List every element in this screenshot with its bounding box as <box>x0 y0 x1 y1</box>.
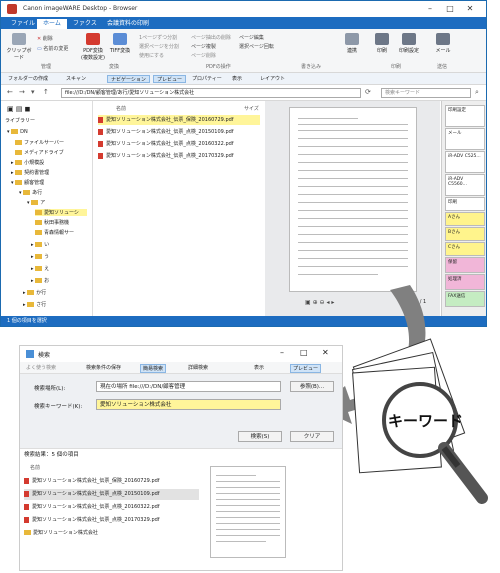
pdf-icon <box>24 503 29 510</box>
pdf-icon <box>24 477 29 484</box>
location-select[interactable]: 現在の場所 file:///D:/DN/顧客管理 <box>96 381 281 392</box>
advanced-search-tab[interactable]: 詳細検索 <box>186 364 210 373</box>
search-button[interactable]: 検索(S) <box>238 431 282 442</box>
search-app-icon <box>26 350 34 358</box>
clear-button[interactable]: クリア <box>290 431 334 442</box>
minimize-button[interactable]: – <box>280 348 284 357</box>
search-window-title: 検索 <box>38 352 51 359</box>
results-column-name[interactable]: 名前 <box>30 464 40 471</box>
result-row[interactable]: 愛知ソリューション株式会社_伝票_点検_20170329.pdf <box>24 515 199 526</box>
close-button[interactable]: ✕ <box>322 348 329 357</box>
result-row[interactable]: 愛知ソリューション株式会社 <box>24 528 199 539</box>
result-row[interactable]: 愛知ソリューション株式会社_伝票_点検_20160322.pdf <box>24 502 199 513</box>
result-row[interactable]: 愛知ソリューション株式会社_伝票_保険_20160729.pdf <box>24 476 199 487</box>
search-toolbar: よく使う検索 検索条件の保存 簡易検索 詳細検索 表示 プレビュー <box>20 362 342 374</box>
browse-button[interactable]: 参照(B)... <box>290 381 334 392</box>
search-window: 検索 – □ ✕ よく使う検索 検索条件の保存 簡易検索 詳細検索 表示 プレビ… <box>19 345 343 571</box>
location-label: 検索場所(L): <box>34 386 66 392</box>
view-menu[interactable]: 表示 <box>252 364 266 373</box>
keyword-text: キーワード <box>388 412 464 430</box>
pdf-icon <box>24 490 29 497</box>
search-form: 検索場所(L): 現在の場所 file:///D:/DN/顧客管理 参照(B).… <box>20 374 342 449</box>
keyword-label: 検索キーワード(K): <box>34 404 83 410</box>
folder-icon <box>24 530 31 535</box>
results-count: 検索結果：5 個の項目 <box>20 450 342 460</box>
save-criteria-menu[interactable]: 検索条件の保存 <box>84 364 123 373</box>
preview-toggle[interactable]: プレビュー <box>290 364 322 373</box>
pdf-icon <box>24 516 29 523</box>
search-title-bar: 検索 – □ ✕ <box>20 346 342 362</box>
result-row-selected[interactable]: 愛知ソリューション株式会社_伝票_点検_20150109.pdf <box>24 489 199 500</box>
magnifier-icon <box>382 382 488 504</box>
maximize-button[interactable]: □ <box>300 348 308 357</box>
search-document-preview <box>210 466 286 558</box>
simple-search-tab[interactable]: 簡易検索 <box>140 364 167 373</box>
keyword-field[interactable]: 愛知ソリューション株式会社 <box>96 399 281 410</box>
saved-search-menu[interactable]: よく使う検索 <box>24 364 58 373</box>
